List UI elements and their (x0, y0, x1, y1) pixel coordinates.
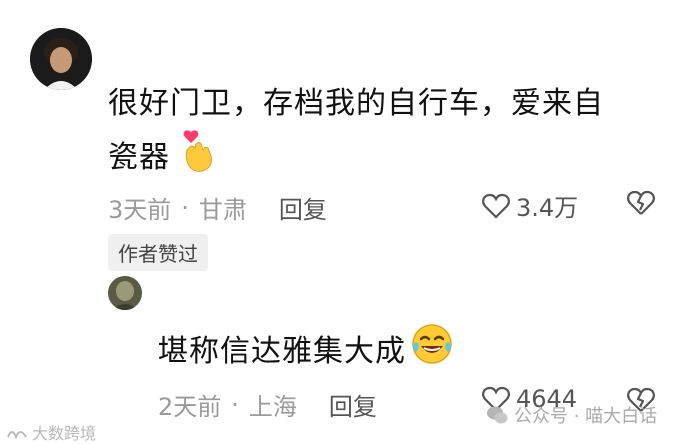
reply-button[interactable]: 回复 (279, 190, 327, 225)
comment-meta: 3天前 · 甘肃 回复 (108, 190, 327, 225)
author-liked-badge: 作者赞过 (108, 234, 208, 271)
commenter-avatar[interactable] (30, 28, 92, 90)
reply-text: 堪称信达雅集大成 (158, 322, 454, 381)
finger-heart-emoji-icon (181, 128, 217, 189)
reply-meta: 2天前 · 上海 回复 (158, 387, 377, 422)
comment-location: 甘肃 (198, 196, 247, 224)
reply-location: 上海 (248, 393, 297, 421)
laughing-crying-emoji-icon (410, 322, 454, 381)
like-button[interactable]: 3.4万 (482, 188, 578, 223)
reply-time: 2天前 (158, 393, 222, 421)
heart-outline-icon (482, 193, 510, 219)
person-avatar-icon (108, 276, 142, 310)
comment-text-line1: 很好门卫，存档我的自行车，爱来自 (108, 86, 604, 121)
person-avatar-icon (30, 28, 92, 90)
like-count: 3.4万 (516, 194, 579, 222)
watermark-bottom-right: 公众号 · 喵大白话 (486, 402, 657, 428)
separator-dot: · (181, 193, 189, 222)
reply-button[interactable]: 回复 (329, 387, 377, 422)
comment-text: 很好门卫，存档我的自行车，爱来自 瓷器 (108, 80, 668, 189)
comment-text-line2: 瓷器 (108, 128, 668, 189)
reply-avatar[interactable] (108, 276, 142, 310)
separator-dot: · (231, 390, 239, 419)
wechat-icon (487, 406, 508, 424)
brand-logo-icon (7, 431, 27, 439)
watermark-bottom-left: 大数跨境 (6, 420, 96, 444)
broken-heart-icon (627, 190, 655, 215)
dislike-button[interactable] (626, 190, 656, 220)
comment-time: 3天前 (108, 196, 172, 224)
